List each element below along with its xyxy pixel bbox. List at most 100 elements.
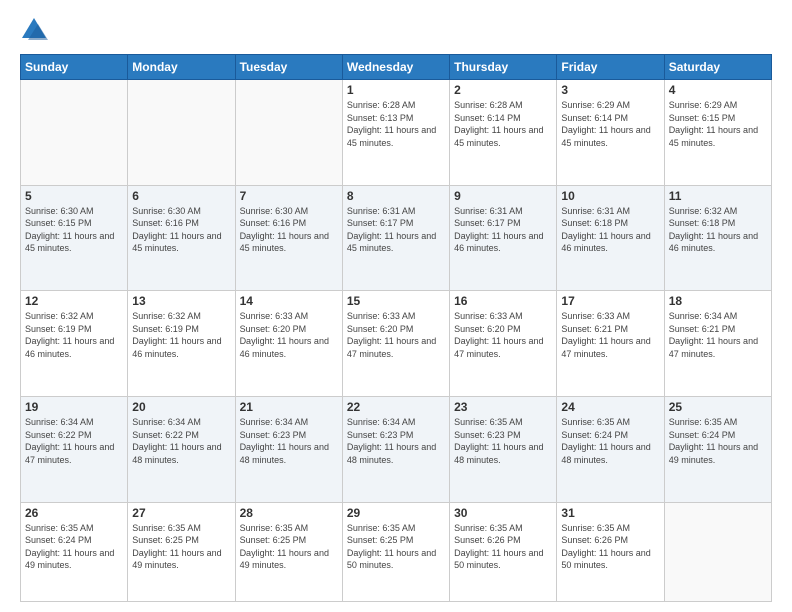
day-info: Sunrise: 6:35 AMSunset: 6:26 PMDaylight:… xyxy=(561,522,659,572)
day-number: 28 xyxy=(240,506,338,520)
calendar-cell xyxy=(664,502,771,601)
calendar-cell: 16 Sunrise: 6:33 AMSunset: 6:20 PMDayligh… xyxy=(450,291,557,397)
day-info: Sunrise: 6:34 AMSunset: 6:23 PMDaylight:… xyxy=(240,416,338,466)
week-row-1: 1 Sunrise: 6:28 AMSunset: 6:13 PMDaylight… xyxy=(21,80,772,186)
calendar-cell: 26 Sunrise: 6:35 AMSunset: 6:24 PMDayligh… xyxy=(21,502,128,601)
day-number: 17 xyxy=(561,294,659,308)
calendar-cell: 28Sunrise: 6:35 AMSunset: 6:25 PMDayligh… xyxy=(235,502,342,601)
day-number: 24 xyxy=(561,400,659,414)
day-info: Sunrise: 6:35 AMSunset: 6:26 PMDaylight:… xyxy=(454,522,552,572)
calendar-cell: 20 Sunrise: 6:34 AMSunset: 6:22 PMDayligh… xyxy=(128,396,235,502)
day-number: 10 xyxy=(561,189,659,203)
calendar-cell: 19 Sunrise: 6:34 AMSunset: 6:22 PMDayligh… xyxy=(21,396,128,502)
day-number: 8 xyxy=(347,189,445,203)
calendar-cell xyxy=(235,80,342,186)
day-number: 4 xyxy=(669,83,767,97)
day-number: 2 xyxy=(454,83,552,97)
weekday-header-row: SundayMondayTuesdayWednesdayThursdayFrid… xyxy=(21,55,772,80)
weekday-header-tuesday: Tuesday xyxy=(235,55,342,80)
day-info: Sunrise: 6:29 AMSunset: 6:14 PMDaylight:… xyxy=(561,99,659,149)
calendar-cell: 25Sunrise: 6:35 AMSunset: 6:24 PMDayligh… xyxy=(664,396,771,502)
calendar-cell: 10 Sunrise: 6:31 AMSunset: 6:18 PMDayligh… xyxy=(557,185,664,291)
calendar-cell: 23 Sunrise: 6:35 AMSunset: 6:23 PMDayligh… xyxy=(450,396,557,502)
day-info: Sunrise: 6:33 AMSunset: 6:21 PMDaylight:… xyxy=(561,310,659,360)
day-number: 11 xyxy=(669,189,767,203)
calendar: SundayMondayTuesdayWednesdayThursdayFrid… xyxy=(20,54,772,602)
calendar-cell: 31 Sunrise: 6:35 AMSunset: 6:26 PMDayligh… xyxy=(557,502,664,601)
calendar-cell xyxy=(128,80,235,186)
week-row-2: 5 Sunrise: 6:30 AMSunset: 6:15 PMDaylight… xyxy=(21,185,772,291)
calendar-cell: 2 Sunrise: 6:28 AMSunset: 6:14 PMDaylight… xyxy=(450,80,557,186)
calendar-cell: 5 Sunrise: 6:30 AMSunset: 6:15 PMDaylight… xyxy=(21,185,128,291)
calendar-cell: 30 Sunrise: 6:35 AMSunset: 6:26 PMDayligh… xyxy=(450,502,557,601)
day-number: 29 xyxy=(347,506,445,520)
calendar-cell: 17 Sunrise: 6:33 AMSunset: 6:21 PMDayligh… xyxy=(557,291,664,397)
day-info: Sunrise: 6:33 AMSunset: 6:20 PMDaylight:… xyxy=(347,310,445,360)
day-number: 12 xyxy=(25,294,123,308)
day-info: Sunrise: 6:31 AMSunset: 6:17 PMDaylight:… xyxy=(454,205,552,255)
day-number: 7 xyxy=(240,189,338,203)
day-info: Sunrise: 6:28 AMSunset: 6:13 PMDaylight:… xyxy=(347,99,445,149)
calendar-cell: 4 Sunrise: 6:29 AMSunset: 6:15 PMDaylight… xyxy=(664,80,771,186)
calendar-cell: 29 Sunrise: 6:35 AMSunset: 6:25 PMDayligh… xyxy=(342,502,449,601)
day-number: 25 xyxy=(669,400,767,414)
day-number: 5 xyxy=(25,189,123,203)
week-row-4: 19 Sunrise: 6:34 AMSunset: 6:22 PMDayligh… xyxy=(21,396,772,502)
day-number: 16 xyxy=(454,294,552,308)
calendar-cell: 9Sunrise: 6:31 AMSunset: 6:17 PMDaylight… xyxy=(450,185,557,291)
day-number: 20 xyxy=(132,400,230,414)
day-info: Sunrise: 6:32 AMSunset: 6:18 PMDaylight:… xyxy=(669,205,767,255)
day-number: 19 xyxy=(25,400,123,414)
calendar-cell: 15 Sunrise: 6:33 AMSunset: 6:20 PMDayligh… xyxy=(342,291,449,397)
day-info: Sunrise: 6:29 AMSunset: 6:15 PMDaylight:… xyxy=(669,99,767,149)
day-number: 27 xyxy=(132,506,230,520)
day-info: Sunrise: 6:35 AMSunset: 6:25 PMDaylight:… xyxy=(132,522,230,572)
day-number: 13 xyxy=(132,294,230,308)
day-info: Sunrise: 6:34 AMSunset: 6:22 PMDaylight:… xyxy=(132,416,230,466)
weekday-header-saturday: Saturday xyxy=(664,55,771,80)
day-info: Sunrise: 6:35 AMSunset: 6:24 PMDaylight:… xyxy=(561,416,659,466)
header xyxy=(20,16,772,44)
calendar-cell: 27 Sunrise: 6:35 AMSunset: 6:25 PMDayligh… xyxy=(128,502,235,601)
logo-icon xyxy=(20,16,48,44)
calendar-cell: 13 Sunrise: 6:32 AMSunset: 6:19 PMDayligh… xyxy=(128,291,235,397)
day-info: Sunrise: 6:34 AMSunset: 6:21 PMDaylight:… xyxy=(669,310,767,360)
day-info: Sunrise: 6:35 AMSunset: 6:25 PMDaylight:… xyxy=(347,522,445,572)
day-info: Sunrise: 6:31 AMSunset: 6:18 PMDaylight:… xyxy=(561,205,659,255)
day-info: Sunrise: 6:35 AMSunset: 6:24 PMDaylight:… xyxy=(25,522,123,572)
calendar-cell xyxy=(21,80,128,186)
day-number: 23 xyxy=(454,400,552,414)
weekday-header-sunday: Sunday xyxy=(21,55,128,80)
calendar-cell: 12Sunrise: 6:32 AMSunset: 6:19 PMDayligh… xyxy=(21,291,128,397)
week-row-3: 12 Sunrise: 6:32 AMSunset: 6:19 PMDayligh… xyxy=(21,291,772,397)
calendar-cell: 7Sunrise: 6:30 AMSunset: 6:16 PMDaylight… xyxy=(235,185,342,291)
logo xyxy=(20,16,52,44)
day-number: 14 xyxy=(240,294,338,308)
day-info: Sunrise: 6:33 AMSunset: 6:20 PMDaylight:… xyxy=(240,310,338,360)
day-info: Sunrise: 6:30 AMSunset: 6:15 PMDaylight:… xyxy=(25,205,123,255)
day-info: Sunrise: 6:31 AMSunset: 6:17 PMDaylight:… xyxy=(347,205,445,255)
day-info: Sunrise: 6:33 AMSunset: 6:20 PMDaylight:… xyxy=(454,310,552,360)
week-row-5: 26 Sunrise: 6:35 AMSunset: 6:24 PMDayligh… xyxy=(21,502,772,601)
day-number: 31 xyxy=(561,506,659,520)
day-number: 18 xyxy=(669,294,767,308)
day-number: 22 xyxy=(347,400,445,414)
day-number: 1 xyxy=(347,83,445,97)
calendar-cell: 1 Sunrise: 6:28 AMSunset: 6:13 PMDaylight… xyxy=(342,80,449,186)
day-info: Sunrise: 6:30 AMSunset: 6:16 PMDaylight:… xyxy=(132,205,230,255)
day-info: Sunrise: 6:34 AMSunset: 6:22 PMDaylight:… xyxy=(25,416,123,466)
page: SundayMondayTuesdayWednesdayThursdayFrid… xyxy=(0,0,792,612)
day-number: 3 xyxy=(561,83,659,97)
day-number: 30 xyxy=(454,506,552,520)
day-number: 15 xyxy=(347,294,445,308)
calendar-cell: 6 Sunrise: 6:30 AMSunset: 6:16 PMDaylight… xyxy=(128,185,235,291)
day-info: Sunrise: 6:32 AMSunset: 6:19 PMDaylight:… xyxy=(132,310,230,360)
day-number: 26 xyxy=(25,506,123,520)
day-info: Sunrise: 6:35 AMSunset: 6:23 PMDaylight:… xyxy=(454,416,552,466)
calendar-cell: 14 Sunrise: 6:33 AMSunset: 6:20 PMDayligh… xyxy=(235,291,342,397)
day-number: 6 xyxy=(132,189,230,203)
weekday-header-wednesday: Wednesday xyxy=(342,55,449,80)
weekday-header-monday: Monday xyxy=(128,55,235,80)
calendar-cell: 18 Sunrise: 6:34 AMSunset: 6:21 PMDayligh… xyxy=(664,291,771,397)
day-info: Sunrise: 6:28 AMSunset: 6:14 PMDaylight:… xyxy=(454,99,552,149)
